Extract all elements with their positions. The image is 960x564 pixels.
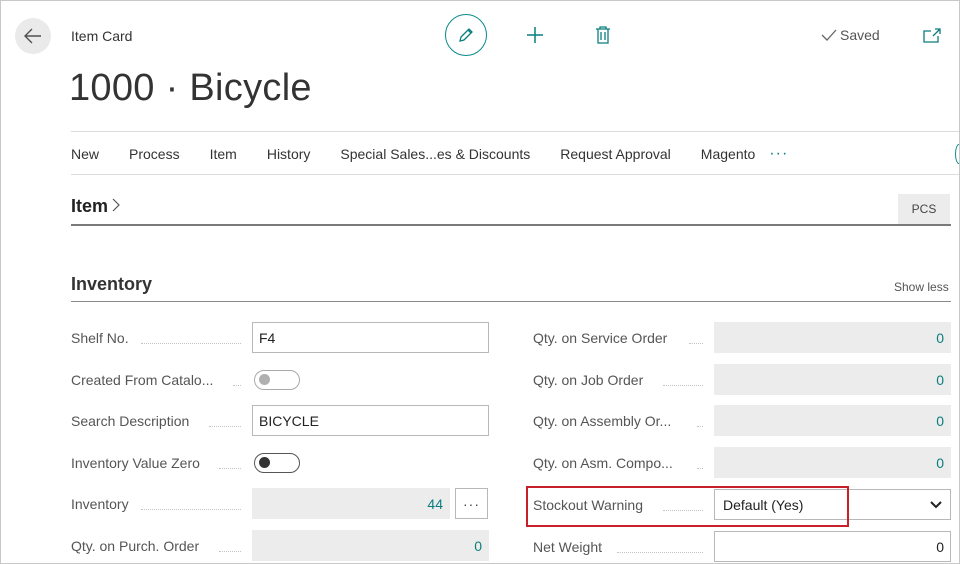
inventory-section-title[interactable]: Inventory (71, 274, 152, 295)
popout-icon (923, 28, 941, 43)
action-history[interactable]: History (267, 146, 311, 162)
action-bar: New Process Item History Special Sales..… (71, 141, 788, 167)
field-label-shelf-no: Shelf No. (71, 330, 129, 346)
qty-on-purch-order-field: 0 (252, 530, 489, 561)
field-label-qty-on-asm-component: Qty. on Asm. Compo... (533, 455, 673, 471)
show-less-link[interactable]: Show less (894, 280, 949, 294)
field-label-qty-on-purch-order: Qty. on Purch. Order (71, 538, 200, 554)
net-weight-value: 0 (936, 538, 944, 555)
leader-dots (219, 468, 241, 469)
item-section-underline (71, 224, 951, 226)
factbox-toggle[interactable] (955, 144, 959, 164)
plus-icon (527, 27, 543, 43)
checkmark-icon (821, 29, 837, 41)
saved-label: Saved (840, 27, 880, 43)
created-from-catalog-toggle[interactable] (254, 370, 300, 390)
stockout-warning-highlight (526, 486, 849, 527)
toggle-knob (259, 374, 270, 385)
saved-status: Saved (821, 27, 880, 43)
qty-on-service-order-value[interactable]: 0 (936, 330, 944, 346)
net-weight-input[interactable]: 0 (714, 531, 951, 562)
field-label-created-from-catalog: Created From Catalo... (71, 372, 214, 388)
item-section-header[interactable]: Item (71, 196, 121, 217)
inventory-value[interactable]: 44 (427, 496, 443, 512)
unit-of-measure-badge[interactable]: PCS (898, 194, 950, 224)
qty-on-purch-order-value[interactable]: 0 (474, 538, 482, 554)
qty-on-asm-component-field: 0 (714, 447, 951, 478)
leader-dots (141, 509, 241, 510)
more-actions-button[interactable]: ··· (769, 145, 788, 163)
field-label-inventory-value-zero: Inventory Value Zero (71, 455, 200, 471)
field-label-inventory: Inventory (71, 496, 129, 512)
back-arrow-icon (24, 28, 41, 44)
action-request-approval[interactable]: Request Approval (560, 146, 671, 162)
leader-dots (697, 426, 703, 427)
action-new[interactable]: New (71, 146, 99, 162)
qty-on-service-order-field: 0 (714, 322, 951, 353)
open-new-window-button[interactable] (921, 25, 943, 45)
new-button[interactable] (524, 24, 546, 46)
chevron-right-icon (112, 196, 121, 217)
qty-on-assembly-order-value[interactable]: 0 (936, 413, 944, 429)
action-bar-divider-bottom (71, 174, 959, 175)
leader-dots (689, 343, 703, 344)
field-label-qty-on-service-order: Qty. on Service Order (533, 330, 668, 346)
shelf-no-input[interactable]: F4 (252, 322, 489, 353)
leader-dots (697, 468, 703, 469)
leader-dots (209, 426, 241, 427)
action-magento[interactable]: Magento (701, 146, 755, 162)
delete-button[interactable] (593, 24, 613, 46)
action-process[interactable]: Process (129, 146, 180, 162)
chevron-down-icon (930, 500, 942, 508)
back-button[interactable] (15, 18, 51, 54)
inventory-assist-button[interactable]: ··· (455, 488, 488, 519)
leader-dots (219, 551, 241, 552)
search-description-input[interactable]: BICYCLE (252, 405, 489, 436)
qty-on-asm-component-value[interactable]: 0 (936, 455, 944, 471)
qty-on-assembly-order-field: 0 (714, 405, 951, 436)
item-card-page: Item Card 1000 · Bicycle Saved New Proce… (0, 0, 960, 564)
inventory-section-underline (71, 301, 951, 302)
page-title: 1000 · Bicycle (69, 67, 312, 109)
shelf-no-value: F4 (259, 329, 276, 346)
field-label-qty-on-job-order: Qty. on Job Order (533, 372, 644, 388)
qty-on-job-order-field: 0 (714, 364, 951, 395)
action-bar-divider-top (71, 131, 959, 132)
field-label-qty-on-assembly-order: Qty. on Assembly Or... (533, 413, 672, 429)
toggle-knob (259, 457, 270, 468)
item-section-title: Item (71, 196, 109, 216)
action-item[interactable]: Item (210, 146, 237, 162)
edit-button[interactable] (445, 14, 487, 56)
inventory-value-zero-toggle[interactable] (254, 453, 300, 473)
leader-dots (617, 552, 703, 553)
page-type-label: Item Card (71, 28, 133, 44)
field-label-net-weight: Net Weight (533, 539, 602, 555)
leader-dots (663, 385, 703, 386)
trash-icon (596, 26, 610, 44)
inventory-field: 44 (252, 488, 450, 519)
search-description-value: BICYCLE (259, 412, 319, 429)
pencil-icon (459, 28, 473, 42)
field-label-search-description: Search Description (71, 413, 190, 429)
leader-dots (141, 343, 241, 344)
qty-on-job-order-value[interactable]: 0 (936, 372, 944, 388)
leader-dots (233, 385, 241, 386)
action-special-sales-discounts[interactable]: Special Sales...es & Discounts (340, 146, 530, 162)
